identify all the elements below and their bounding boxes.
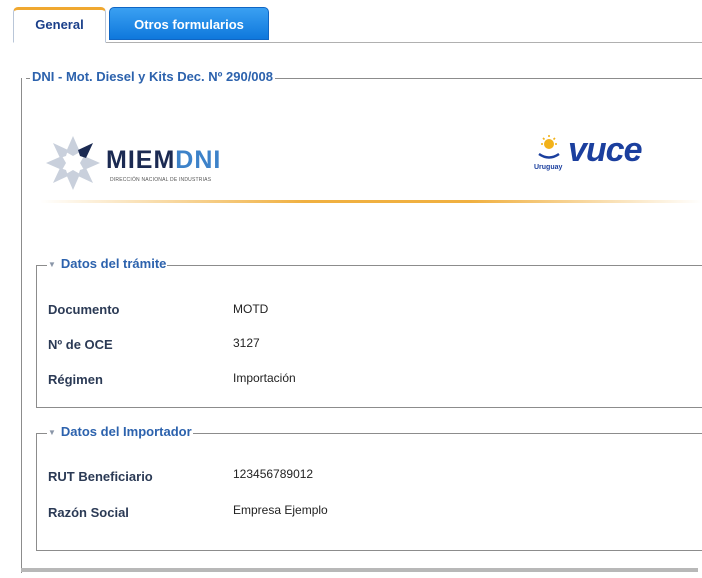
triangle-down-icon: ▼ — [48, 428, 56, 437]
section-toggle-datos-tramite[interactable]: ▼ Datos del trámite — [47, 256, 168, 273]
field-label-razon-social: Razón Social — [48, 505, 129, 520]
tab-divider — [13, 42, 702, 43]
uruguay-sun-icon — [538, 135, 560, 159]
form-title: DNI - Mot. Diesel y Kits Dec. Nº 290/008 — [30, 68, 276, 86]
form-frame-bottom — [21, 568, 698, 572]
form-frame-left — [21, 78, 22, 573]
section-title: Datos del trámite — [60, 256, 167, 271]
miem-dni-logo: MIEMDNI DIRECCIÓN NACIONAL DE INDUSTRIAS — [44, 134, 254, 194]
section-title: Datos del Importador — [60, 424, 192, 439]
field-label-oce: Nº de OCE — [48, 337, 113, 352]
field-label-documento: Documento — [48, 302, 120, 317]
section-toggle-datos-importador[interactable]: ▼ Datos del Importador — [47, 424, 193, 441]
miem-logo-subtitle: DIRECCIÓN NACIONAL DE INDUSTRIAS — [110, 177, 212, 183]
field-value-documento: MOTD — [233, 302, 269, 316]
field-value-oce: 3127 — [233, 336, 260, 350]
header-banner: MIEMDNI DIRECCIÓN NACIONAL DE INDUSTRIAS… — [36, 120, 702, 206]
vuce-logo: Uruguay vuce — [534, 131, 684, 184]
vuce-logo-text: vuce — [568, 131, 642, 169]
field-label-regimen: Régimen — [48, 372, 103, 387]
section-datos-importador — [36, 433, 702, 551]
banner-underline — [40, 200, 702, 203]
field-value-razon-social: Empresa Ejemplo — [233, 503, 328, 517]
section-datos-tramite — [36, 265, 702, 408]
tab-otros-formularios[interactable]: Otros formularios — [109, 7, 269, 40]
triangle-down-icon: ▼ — [48, 260, 56, 269]
miem-logo-text: MIEMDNI — [106, 146, 222, 174]
uruguay-label: Uruguay — [534, 164, 563, 171]
field-value-regimen: Importación — [233, 371, 296, 385]
field-value-rut: 123456789012 — [233, 467, 314, 481]
tab-general[interactable]: General — [13, 7, 106, 43]
field-label-rut: RUT Beneficiario — [48, 469, 153, 484]
miem-emblem-icon — [46, 136, 100, 190]
